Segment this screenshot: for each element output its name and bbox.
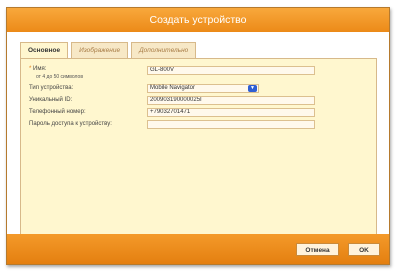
cancel-button[interactable]: Отмена (296, 243, 339, 256)
phone-label: Телефонный номер: (29, 109, 86, 115)
tab-image[interactable]: Изображение (71, 42, 129, 58)
form-panel: * Имя: от 4 до 50 символов GL-800V Тип у… (20, 58, 377, 240)
dialog-content: Основное Изображение Дополнительно * Имя… (7, 32, 389, 240)
phone-field[interactable]: +79032701471 (147, 108, 315, 117)
unique-id-label: Уникальный ID: (29, 97, 73, 103)
name-label: Имя: (33, 66, 47, 72)
dialog-title: Создать устройство (7, 8, 389, 32)
name-field[interactable]: GL-800V (147, 66, 315, 75)
create-device-dialog: Создать устройство Основное Изображение … (6, 7, 390, 265)
password-label: Пароль доступа к устройству: (29, 121, 112, 127)
device-type-select[interactable]: Mobile Navigator ▼ (147, 84, 259, 93)
tab-main[interactable]: Основное (20, 42, 69, 59)
ok-button[interactable]: OK (348, 243, 380, 256)
unique-id-field[interactable]: 200903190000025I (147, 96, 315, 105)
device-type-value: Mobile Navigator (150, 85, 196, 91)
device-type-label: Тип устройства: (29, 85, 74, 91)
password-field[interactable] (147, 120, 315, 129)
tab-bar: Основное Изображение Дополнительно (20, 42, 199, 59)
name-label-row: * Имя: (29, 66, 46, 72)
tab-additional[interactable]: Дополнительно (131, 42, 197, 58)
dialog-footer: Отмена OK (7, 234, 389, 264)
chevron-down-icon[interactable]: ▼ (248, 85, 257, 92)
name-hint: от 4 до 50 символов (36, 74, 83, 80)
